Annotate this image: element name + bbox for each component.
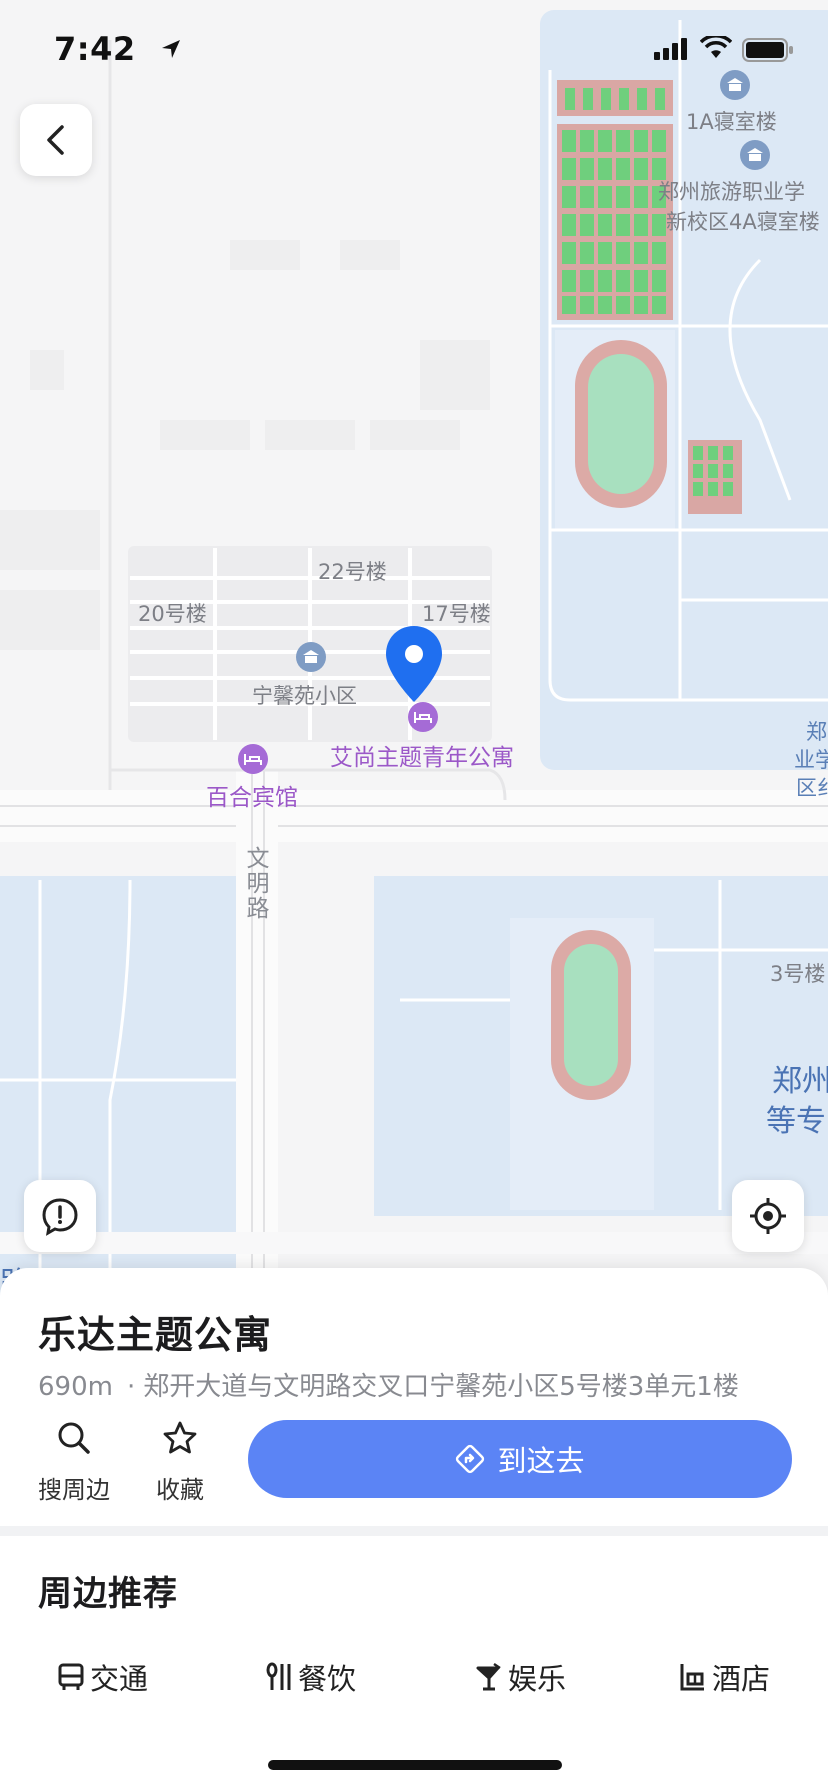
place-address-line: 690m · 郑开大道与文明路交叉口宁馨苑小区5号楼3单元1楼 bbox=[38, 1366, 739, 1403]
chevron-left-icon bbox=[47, 125, 64, 155]
map-label-building-22: 22号楼 bbox=[318, 560, 387, 584]
category-entertainment[interactable]: 娱乐 bbox=[474, 1656, 566, 1698]
go-here-label: 到这去 bbox=[497, 1444, 585, 1478]
status-bar: 7:42 bbox=[0, 0, 828, 96]
map-label-right-big-2: 等专 bbox=[766, 1104, 826, 1139]
place-distance: 690m bbox=[38, 1372, 113, 1402]
location-arrow-icon bbox=[162, 40, 180, 58]
favorite-button[interactable]: 收藏 bbox=[130, 1418, 230, 1505]
go-here-button[interactable]: 到这去 bbox=[248, 1420, 792, 1498]
hotel-poi-icon[interactable] bbox=[238, 744, 268, 774]
category-hotel[interactable]: 酒店 bbox=[678, 1656, 770, 1698]
feedback-alert-icon bbox=[42, 1198, 78, 1236]
category-food[interactable]: 餐饮 bbox=[264, 1656, 356, 1698]
map-label-building-20: 20号楼 bbox=[138, 602, 207, 626]
map-label-school-1: 郑州旅游职业学 bbox=[658, 180, 805, 204]
school-poi-icon[interactable] bbox=[740, 140, 770, 170]
map-label-apartment-poi[interactable]: 艾尚主题青年公寓 bbox=[330, 738, 514, 772]
nearby-title: 周边推荐 bbox=[38, 1574, 178, 1614]
map-label-dorm-1a: 1A寝室楼 bbox=[686, 110, 777, 134]
hotel-poi-icon[interactable] bbox=[408, 702, 438, 732]
bus-icon bbox=[58, 1663, 84, 1690]
feedback-button[interactable] bbox=[24, 1180, 96, 1252]
map-label-right-edge-3: 区纟 bbox=[796, 776, 828, 800]
search-icon bbox=[58, 1422, 90, 1454]
search-nearby-button[interactable]: 搜周边 bbox=[24, 1418, 124, 1505]
map-label-road-wenming: 文明路 bbox=[242, 846, 268, 921]
map-label-right-big-1: 郑州 bbox=[772, 1064, 828, 1099]
crosshair-icon bbox=[750, 1198, 786, 1234]
hotel-icon bbox=[680, 1664, 704, 1691]
cellular-signal-icon bbox=[654, 38, 687, 60]
wifi-icon bbox=[700, 36, 732, 58]
map-label-community: 宁馨苑小区 bbox=[252, 684, 357, 708]
nearby-section: 周边推荐 交通 餐饮 娱乐 酒店 bbox=[0, 1536, 828, 1792]
navigate-icon bbox=[456, 1444, 485, 1474]
map-view[interactable]: 1A寝室楼 郑州旅游职业学 新校区4A寝室楼 22号楼 20号楼 17号楼 宁馨… bbox=[0, 0, 828, 1300]
map-label-school-2: 新校区4A寝室楼 bbox=[666, 210, 820, 234]
place-card: 乐达主题公寓 690m · 郑开大道与文明路交叉口宁馨苑小区5号楼3单元1楼 搜周边… bbox=[0, 1268, 828, 1526]
map-label-right-edge-1: 郑 bbox=[806, 720, 827, 744]
battery-icon bbox=[742, 38, 793, 62]
category-label: 娱乐 bbox=[508, 1662, 567, 1696]
place-title: 乐达主题公寓 bbox=[38, 1313, 273, 1357]
place-detail-sheet: 乐达主题公寓 690m · 郑开大道与文明路交叉口宁馨苑小区5号楼3单元1楼 搜周边… bbox=[0, 1268, 828, 1792]
locate-me-button[interactable] bbox=[732, 1180, 804, 1252]
category-label: 餐饮 bbox=[298, 1662, 357, 1696]
back-button[interactable] bbox=[20, 104, 92, 176]
map-label-building-3: 3号楼 bbox=[770, 962, 826, 986]
map-label-right-edge-2: 业学 bbox=[794, 748, 828, 772]
cocktail-icon bbox=[476, 1662, 501, 1691]
place-address: 郑开大道与文明路交叉口宁馨苑小区5号楼3单元1楼 bbox=[143, 1372, 739, 1402]
community-poi-icon[interactable] bbox=[296, 642, 326, 672]
status-time: 7:42 bbox=[54, 30, 136, 68]
map-label-hotel-poi[interactable]: 百合宾馆 bbox=[206, 778, 298, 812]
category-traffic[interactable]: 交通 bbox=[56, 1656, 148, 1698]
category-label: 交通 bbox=[90, 1662, 149, 1696]
home-indicator[interactable] bbox=[268, 1760, 562, 1770]
favorite-label: 收藏 bbox=[156, 1476, 204, 1504]
search-nearby-label: 搜周边 bbox=[38, 1476, 110, 1504]
separator-dot: · bbox=[126, 1372, 136, 1402]
star-icon bbox=[163, 1421, 197, 1454]
section-divider bbox=[0, 1526, 828, 1536]
cutlery-icon bbox=[266, 1662, 291, 1690]
category-label: 酒店 bbox=[712, 1662, 771, 1696]
